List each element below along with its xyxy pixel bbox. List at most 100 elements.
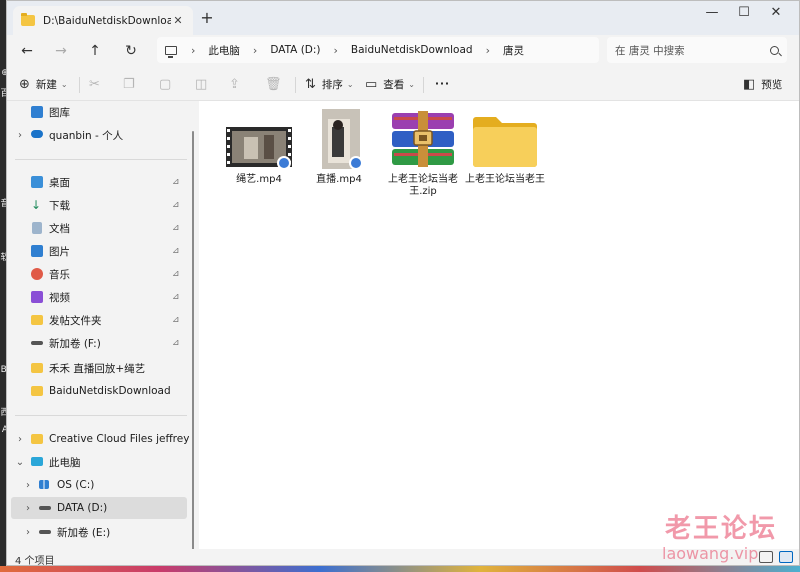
sidebar-item-music[interactable]: 音乐 ⊿ — [7, 263, 187, 285]
file-item[interactable]: 绳艺.mp4 — [219, 109, 299, 186]
sidebar-item-drive-e[interactable]: › 新加卷 (E:) — [7, 521, 187, 543]
desktop-wallpaper-strip — [0, 566, 800, 572]
sidebar-item-label: 禾禾 直播回放+绳艺 — [49, 362, 146, 375]
sort-button[interactable]: ⇅ 排序 ⌄ — [305, 72, 354, 96]
details-view-icon[interactable] — [759, 551, 773, 563]
breadcrumb-current-folder[interactable]: 唐灵 — [503, 43, 524, 58]
address-bar[interactable]: › 此电脑 › DATA (D:) › BaiduNetdiskDownload… — [157, 37, 599, 63]
new-tab-button[interactable]: + — [197, 9, 217, 29]
chevron-down-icon: ⌄ — [346, 79, 354, 89]
sidebar-item-pictures[interactable]: 图片 ⊿ — [7, 240, 187, 262]
chevron-right-icon[interactable]: › — [191, 44, 195, 57]
chevron-right-icon[interactable]: › — [23, 503, 33, 514]
sidebar-divider — [15, 159, 187, 160]
sidebar-item-label: 视频 — [49, 291, 70, 304]
view-icon: ▭ — [365, 76, 378, 92]
share-button[interactable]: ⇪ — [229, 72, 246, 96]
cut-button[interactable]: ✂ — [89, 72, 106, 96]
file-name: 上老王论坛当老王.zip — [388, 174, 458, 197]
maximize-button[interactable]: ☐ — [729, 3, 759, 25]
pin-icon[interactable]: ⊿ — [172, 246, 180, 256]
file-name: 绳艺.mp4 — [236, 174, 282, 185]
delete-button[interactable]: 🗑 — [265, 72, 288, 96]
file-item[interactable]: 直播.mp4 — [299, 109, 379, 186]
new-label: 新建 — [35, 78, 57, 91]
chevron-right-icon[interactable]: › — [334, 44, 338, 57]
back-button[interactable]: ← — [15, 39, 39, 63]
sidebar-item-drive-d[interactable]: › DATA (D:) — [11, 497, 187, 519]
sort-icon: ⇅ — [305, 76, 316, 92]
toolbar-divider — [423, 77, 424, 93]
file-list: 绳艺.mp4 直播.mp4 上老王论坛当老王.zip 上老王论坛当老王 — [199, 101, 799, 549]
chevron-right-icon[interactable]: › — [15, 130, 25, 141]
pin-icon[interactable]: ⊿ — [172, 200, 180, 210]
breadcrumb-baidu-folder[interactable]: BaiduNetdiskDownload — [351, 44, 473, 56]
search-box[interactable]: 在 唐灵 中搜索 — [607, 37, 787, 63]
pin-icon[interactable]: ⊿ — [172, 269, 180, 279]
breadcrumb-this-pc[interactable]: 此电脑 — [208, 43, 240, 58]
breadcrumb-data-drive[interactable]: DATA (D:) — [270, 44, 320, 56]
pin-icon[interactable]: ⊿ — [172, 177, 180, 187]
watermark-chinese: 老王论坛 — [665, 514, 778, 544]
sidebar-item-desktop[interactable]: 桌面 ⊿ — [7, 171, 187, 193]
view-label: 查看 — [383, 78, 405, 91]
sidebar-item-drive-c[interactable]: › OS (C:) — [7, 474, 187, 496]
minimize-button[interactable]: — — [697, 3, 727, 25]
up-button[interactable]: ↑ — [83, 39, 107, 63]
chevron-right-icon[interactable]: › — [23, 480, 33, 491]
paste-button[interactable]: ▢ — [159, 72, 177, 96]
chevron-right-icon[interactable]: › — [23, 527, 33, 538]
sidebar-item-label: 下载 — [49, 199, 70, 212]
desktop-icon — [31, 176, 43, 188]
pin-icon[interactable]: ⊿ — [172, 292, 180, 302]
sidebar-item-onedrive[interactable]: › quanbin - 个人 — [7, 124, 187, 146]
sidebar-item-label: 音乐 — [49, 268, 70, 281]
preview-label: 预览 — [761, 78, 783, 91]
chevron-down-icon[interactable]: ⌄ — [15, 457, 25, 468]
tab-close-icon[interactable]: ✕ — [171, 14, 185, 27]
windows-drive-icon — [39, 480, 49, 489]
chevron-right-icon[interactable]: › — [486, 44, 490, 57]
file-item[interactable]: 上老王论坛当老王 — [465, 109, 545, 186]
sidebar-item-label: 桌面 — [49, 176, 70, 189]
refresh-button[interactable]: ↻ — [119, 39, 143, 63]
rename-icon: ◫ — [195, 76, 208, 92]
tab-current-folder[interactable]: D:\BaiduNetdiskDownload\唐灵 ✕ — [13, 6, 193, 35]
sidebar-item-downloads[interactable]: ↓ 下载 ⊿ — [7, 194, 187, 216]
pc-icon — [165, 45, 177, 58]
rename-button[interactable]: ◫ — [195, 72, 213, 96]
sidebar-item-videos[interactable]: 视频 ⊿ — [7, 286, 187, 308]
pin-icon[interactable]: ⊿ — [172, 315, 180, 325]
search-input[interactable]: 在 唐灵 中搜索 — [615, 43, 770, 58]
pin-icon[interactable]: ⊿ — [172, 223, 180, 233]
sidebar-item-recent-folder-1[interactable]: 禾禾 直播回放+绳艺 — [7, 357, 187, 379]
sidebar-item-this-pc[interactable]: ⌄ 此电脑 — [7, 451, 187, 473]
file-item[interactable]: 上老王论坛当老王.zip — [383, 109, 463, 198]
gallery-icon — [31, 106, 43, 118]
view-button[interactable]: ▭ 查看 ⌄ — [365, 72, 415, 96]
pin-icon[interactable]: ⊿ — [172, 338, 180, 348]
sidebar-item-label: BaiduNetdiskDownload — [49, 385, 171, 397]
sidebar-item-drive-f[interactable]: 新加卷 (F:) ⊿ — [7, 332, 187, 354]
command-bar: ⊕ 新建 ⌄ ✂ ❐ ▢ ◫ ⇪ 🗑 ⇅ 排序 ⌄ ▭ 查看 ⌄ ··· ◧ 预… — [7, 67, 799, 101]
sidebar-item-baidu-folder[interactable]: BaiduNetdiskDownload — [7, 380, 187, 402]
close-window-button[interactable]: ✕ — [761, 3, 791, 25]
chevron-right-icon[interactable]: › — [253, 44, 257, 57]
sidebar-item-label: DATA (D:) — [57, 502, 108, 514]
folder-icon — [31, 434, 43, 444]
preview-pane-button[interactable]: ◧ 预览 — [743, 72, 782, 96]
sidebar-item-post-folder[interactable]: 发帖文件夹 ⊿ — [7, 309, 187, 331]
sidebar-scrollbar[interactable] — [192, 131, 194, 551]
new-button[interactable]: ⊕ 新建 ⌄ — [19, 72, 68, 96]
sidebar-item-creative-cloud[interactable]: › Creative Cloud Files jeffreyqm53 — [7, 428, 189, 450]
sidebar-item-gallery[interactable]: 图库 — [7, 101, 187, 123]
file-name: 上老王论坛当老王 — [465, 174, 545, 185]
forward-button[interactable]: → — [49, 39, 73, 63]
sidebar-item-documents[interactable]: 文档 ⊿ — [7, 217, 187, 239]
more-options-button[interactable]: ··· — [435, 72, 450, 96]
chevron-right-icon[interactable]: › — [15, 434, 25, 445]
copy-button[interactable]: ❐ — [123, 72, 141, 96]
large-icons-view-icon[interactable] — [779, 551, 793, 563]
chevron-down-icon: ⌄ — [60, 79, 68, 89]
address-row: ← → ↑ ↻ › 此电脑 › DATA (D:) › BaiduNetdisk… — [7, 35, 799, 67]
